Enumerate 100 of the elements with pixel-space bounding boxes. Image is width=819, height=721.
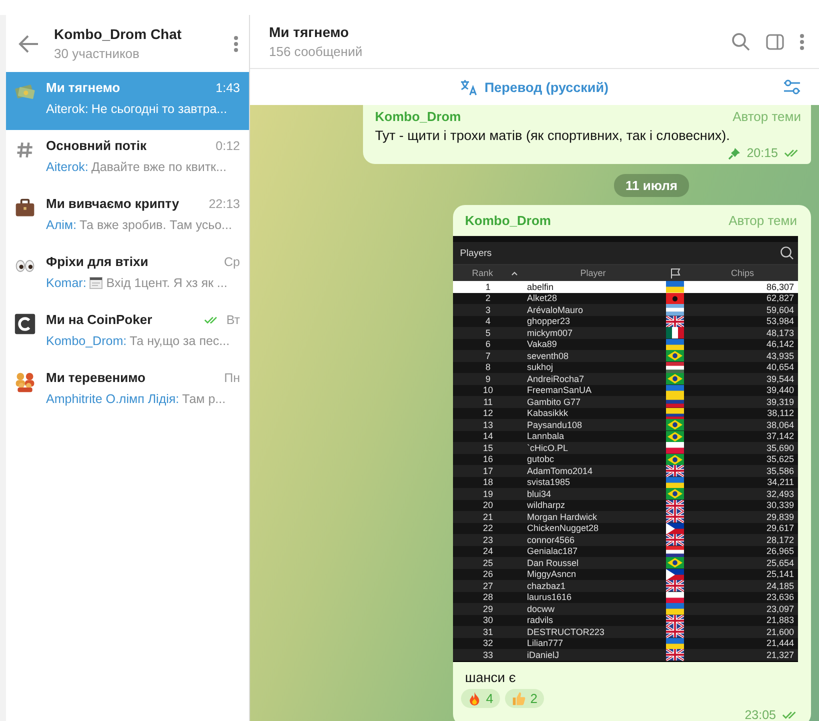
table-row[interactable]: 3 ArévaloMauro 59,604 [453, 304, 798, 316]
author-role-label: Автор теми [728, 213, 797, 228]
table-cell-text: 21,444 [765, 638, 795, 648]
date-badge: 11 июля [614, 174, 690, 197]
chat-time: 0:12 [216, 138, 240, 152]
flag-icon [666, 500, 684, 511]
table-row[interactable]: 29 docww 23,097 [453, 603, 798, 614]
table-row[interactable]: 30 radvils 21,883 [453, 614, 798, 626]
table-cell-text: 5 [484, 328, 492, 338]
sidebar-toggle-icon[interactable] [765, 32, 785, 52]
chat-list-item[interactable]: Фріхи для втіхи Ср Komar: Вхід 1цент. Я хз як ... [6, 246, 249, 304]
table-row[interactable]: 21 Morgan Hardwick 29,839 [453, 511, 798, 522]
more-icon[interactable] [799, 32, 805, 52]
message-preview: Вхід 1цент. Я хз як ... [106, 276, 228, 290]
table-row[interactable]: 12 Kabasikkk 38,112 [453, 408, 798, 419]
table-cell-text: 86,307 [765, 282, 795, 292]
table-row[interactable]: 2 Alket28 62,827 [453, 292, 798, 304]
flag-icon [666, 476, 684, 488]
table-row[interactable]: 13 Paysandu108 38,064 [453, 419, 798, 430]
table-row[interactable]: 15 `cHicO.PL 35,690 [453, 442, 798, 454]
table-row[interactable]: 33 iDanielJ 21,327 [453, 649, 798, 660]
table-cell-text: sukhoj [526, 362, 554, 372]
flag-icon [666, 649, 684, 660]
table-cell-text: 14 [482, 431, 494, 442]
flag-icon [666, 488, 684, 500]
chat-time: 1:43 [216, 80, 240, 94]
table-row[interactable]: 26 MiggyAsncn 25,141 [453, 568, 798, 580]
table-row[interactable]: 8 sukhoj 40,654 [453, 362, 798, 373]
sender-name: Komar: [46, 276, 86, 290]
table-cell-text: 19 [482, 488, 494, 499]
table-row[interactable]: 7 seventh08 43,935 [453, 350, 798, 362]
chat-name: Ми тягнемо [46, 80, 122, 95]
table-cell-text: 35,625 [765, 454, 795, 464]
table-cell-text: AndreiRocha7 [526, 374, 586, 384]
chat-list-item[interactable]: Основний потік 0:12 Aiterok: Давайте вже по квитк... [6, 130, 249, 188]
table-row[interactable]: 27 chazbaz1 24,185 [453, 580, 798, 592]
flag-icon [666, 408, 684, 419]
chat-time: 22:13 [208, 196, 240, 210]
table-cell-text: 24,185 [765, 580, 795, 591]
flag-icon [666, 454, 684, 465]
table-row[interactable]: 17 AdamTomo2014 35,586 [453, 465, 798, 476]
table-row[interactable]: 25 Dan Roussel 25,654 [453, 557, 798, 568]
table-row[interactable]: 4 ghopper23 53,984 [453, 316, 798, 327]
menu-icon[interactable] [233, 34, 239, 52]
table-cell-text: docww [526, 604, 556, 614]
flag-icon [666, 557, 684, 568]
sort-caret-icon [511, 270, 518, 276]
table-cell-text: 8 [484, 362, 492, 372]
table-cell-text: 21,883 [765, 615, 795, 626]
table-cell-text: blui34 [526, 488, 552, 499]
table-cell-text: laurus1616 [526, 592, 573, 602]
table-cell-text: 7 [484, 350, 492, 361]
table-cell-text: 11 [482, 396, 494, 407]
flag-icon [666, 592, 684, 603]
table-row[interactable]: 32 Lilian777 21,444 [453, 638, 798, 649]
table-cell-text: 25 [482, 558, 494, 568]
table-cell-text: Morgan Hardwick [526, 512, 598, 522]
flag-icon [666, 534, 684, 546]
table-row[interactable]: 11 Gambito G77 39,319 [453, 396, 798, 408]
table-cell-text: 29,839 [765, 512, 795, 522]
table-row[interactable]: 23 connor4566 28,172 [453, 534, 798, 546]
people-icon [14, 371, 36, 393]
table-row[interactable]: 20 wildharpz 30,339 [453, 500, 798, 511]
table-cell-text: svista1985 [526, 477, 572, 488]
table-cell-text: DESTRUCTOR223 [526, 626, 606, 637]
table-cell-text: 20 [482, 500, 494, 510]
table-row[interactable]: 31 DESTRUCTOR223 21,600 [453, 626, 798, 638]
flag-icon [666, 292, 684, 304]
sender-name: Amphitrite О.лімп Лідія: [46, 392, 180, 406]
table-cell-text: ghopper23 [526, 316, 572, 326]
author-name: Kombo_Drom [375, 109, 461, 124]
table-cell-text: 4 [484, 316, 492, 326]
table-cell-text: 53,984 [765, 316, 795, 326]
table-cell-text: 18 [482, 477, 494, 488]
translate-icon [460, 78, 480, 96]
table-cell-text: 32 [482, 638, 494, 648]
table-cell-text: 6 [484, 339, 492, 350]
table-cell-text: 15 [482, 442, 494, 453]
table-cell-text: 12 [482, 408, 494, 418]
table-cell-text: 16 [482, 454, 494, 464]
table-cell-text: Gambito G77 [526, 396, 582, 407]
table-cell-text: connor4566 [526, 534, 576, 545]
table-cell-text: Dan Roussel [526, 558, 580, 568]
table-cell-text: abelfin [526, 282, 555, 292]
search-icon[interactable] [731, 32, 751, 52]
chat-list-item[interactable]: Ми теревенимо Пн Amphitrite О.лімп Лідія: Там р... [6, 362, 249, 420]
chat-list-item[interactable]: Ми на CoinPoker Вт Kombo_Drom: Та ну,що за пес... [6, 304, 249, 362]
table-row[interactable]: 9 AndreiRocha7 39,544 [453, 373, 798, 384]
message-time: 20:15 [746, 146, 778, 160]
settings-icon[interactable] [783, 78, 801, 96]
table-row[interactable]: 5 mickym007 48,173 [453, 327, 798, 338]
coin-logo-icon [14, 313, 36, 335]
table-cell-text: 23 [482, 534, 494, 545]
chat-list-item[interactable]: Ми вивчаємо крипту 22:13 Алім: Та вже зробив. Там усьо... [6, 188, 249, 246]
back-arrow-icon[interactable] [18, 32, 40, 54]
table-row[interactable]: 1 abelfin 86,307 [453, 281, 798, 292]
table-row[interactable]: 16 gutobc 35,625 [453, 454, 798, 465]
table-row[interactable]: 19 blui34 32,493 [453, 488, 798, 500]
chat-name: Основний потік [46, 138, 148, 153]
flag-icon [666, 304, 684, 316]
